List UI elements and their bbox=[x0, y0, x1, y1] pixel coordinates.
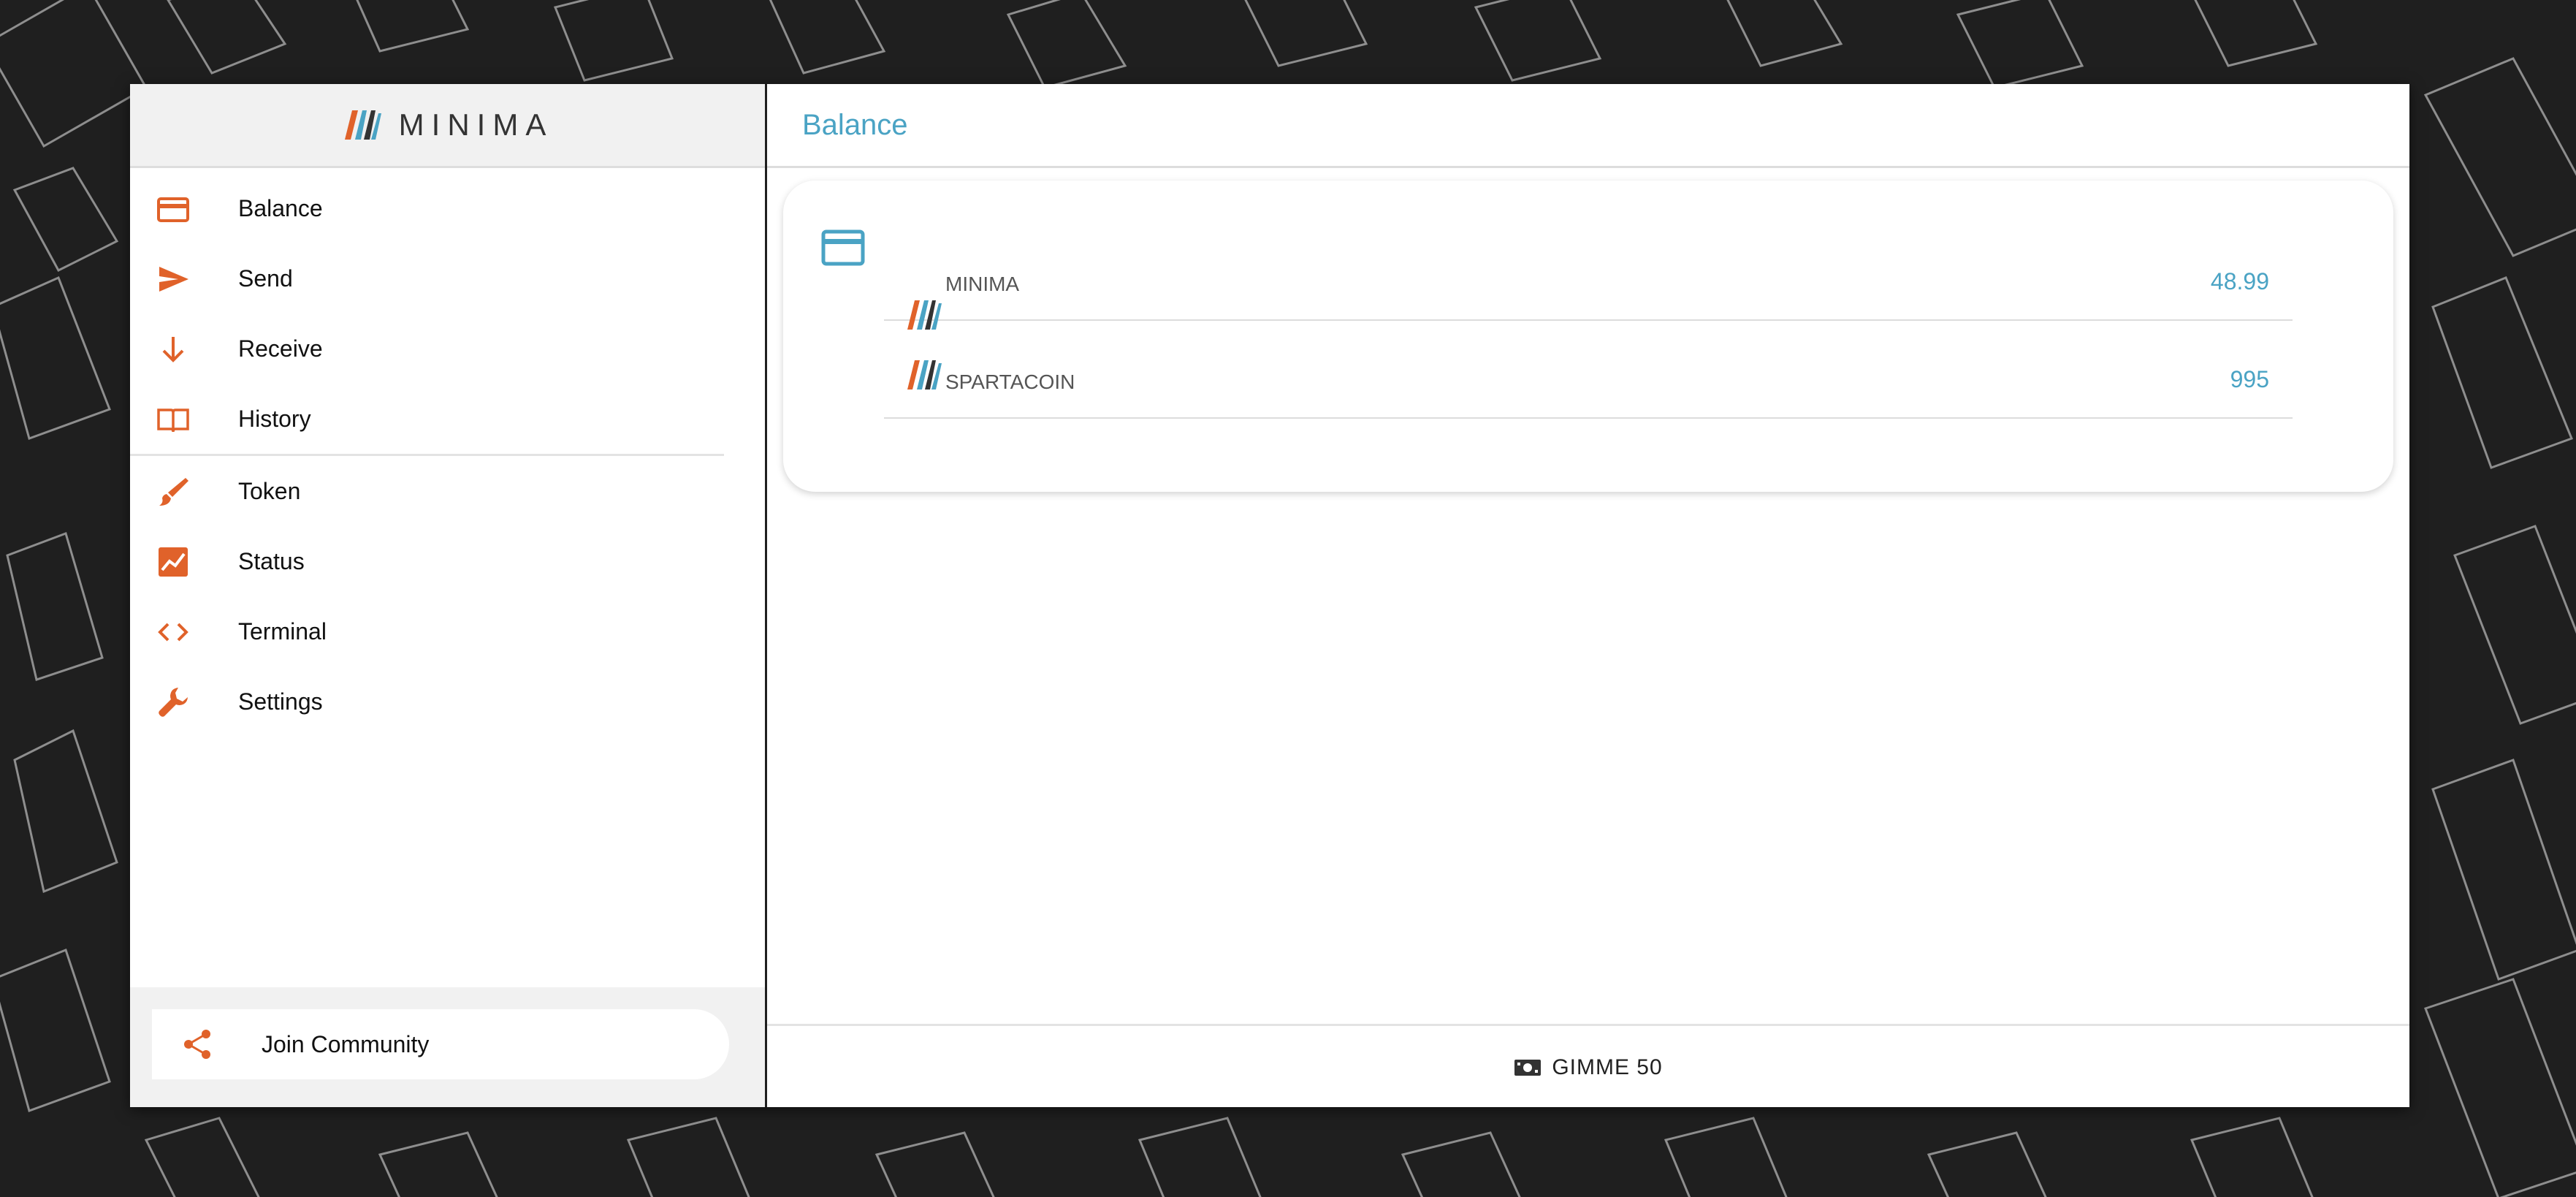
token-name: SPARTACOIN bbox=[945, 370, 1075, 393]
token-row-minima[interactable]: MINIMA 48.99 bbox=[884, 202, 2293, 330]
sidebar-item-token[interactable]: Token bbox=[130, 456, 765, 526]
spartacoin-token-icon bbox=[907, 360, 942, 390]
sidebar-footer: Join Community bbox=[130, 987, 765, 1107]
app-window: MINIMA Balance Send Receive History Toke… bbox=[130, 84, 2409, 1107]
sidebar-item-send[interactable]: Send bbox=[130, 243, 765, 314]
token-amount: 995 bbox=[2230, 366, 2269, 392]
send-icon bbox=[156, 262, 190, 296]
code-icon bbox=[156, 615, 190, 649]
main-content: Balance MINIMA 48.99 SPARTACOIN 995 GIMM… bbox=[767, 84, 2409, 1107]
page-title: Balance bbox=[802, 108, 908, 141]
sidebar-item-terminal[interactable]: Terminal bbox=[130, 596, 765, 666]
money-icon bbox=[1514, 1060, 1542, 1076]
sidebar-item-status[interactable]: Status bbox=[130, 526, 765, 596]
sidebar-item-receive[interactable]: Receive bbox=[130, 314, 765, 384]
brand-name: MINIMA bbox=[398, 107, 554, 142]
sidebar-item-history[interactable]: History bbox=[130, 384, 765, 454]
join-community-button[interactable]: Join Community bbox=[152, 1009, 729, 1079]
credit-card-icon bbox=[156, 192, 190, 226]
sidebar-item-label: Receive bbox=[238, 335, 323, 362]
sidebar-item-label: Balance bbox=[238, 194, 323, 221]
token-amount: 48.99 bbox=[2210, 268, 2269, 294]
book-icon bbox=[156, 403, 190, 436]
main-footer: GIMME 50 bbox=[767, 1024, 2409, 1109]
share-icon bbox=[184, 1030, 210, 1059]
token-row-spartacoin[interactable]: SPARTACOIN 995 bbox=[884, 319, 2293, 419]
token-name: MINIMA bbox=[945, 273, 1020, 295]
join-community-label: Join Community bbox=[262, 1030, 430, 1057]
sidebar-item-label: Token bbox=[238, 477, 301, 504]
chart-icon bbox=[156, 545, 190, 579]
sidebar-item-label: Send bbox=[238, 265, 293, 292]
sidebar: MINIMA Balance Send Receive History Toke… bbox=[130, 84, 767, 1107]
sidebar-item-label: History bbox=[238, 405, 311, 432]
brush-icon bbox=[156, 475, 190, 509]
gimme-50-button[interactable]: GIMME 50 bbox=[1514, 1055, 1662, 1080]
sidebar-item-balance[interactable]: Balance bbox=[130, 173, 765, 243]
sidebar-item-label: Settings bbox=[238, 688, 323, 715]
sidebar-item-label: Terminal bbox=[238, 618, 327, 645]
minima-logo-icon bbox=[344, 110, 381, 140]
credit-card-icon bbox=[821, 229, 865, 266]
balance-card: MINIMA 48.99 SPARTACOIN 995 bbox=[783, 180, 2393, 492]
main-header: Balance bbox=[767, 84, 2409, 168]
sidebar-item-settings[interactable]: Settings bbox=[130, 666, 765, 737]
gimme-50-label: GIMME 50 bbox=[1552, 1055, 1663, 1079]
wrench-icon bbox=[156, 685, 190, 719]
arrow-down-icon bbox=[156, 332, 190, 366]
sidebar-header: MINIMA bbox=[130, 84, 765, 168]
sidebar-nav: Balance Send Receive History Token Statu… bbox=[130, 173, 765, 737]
sidebar-item-label: Status bbox=[238, 547, 305, 574]
